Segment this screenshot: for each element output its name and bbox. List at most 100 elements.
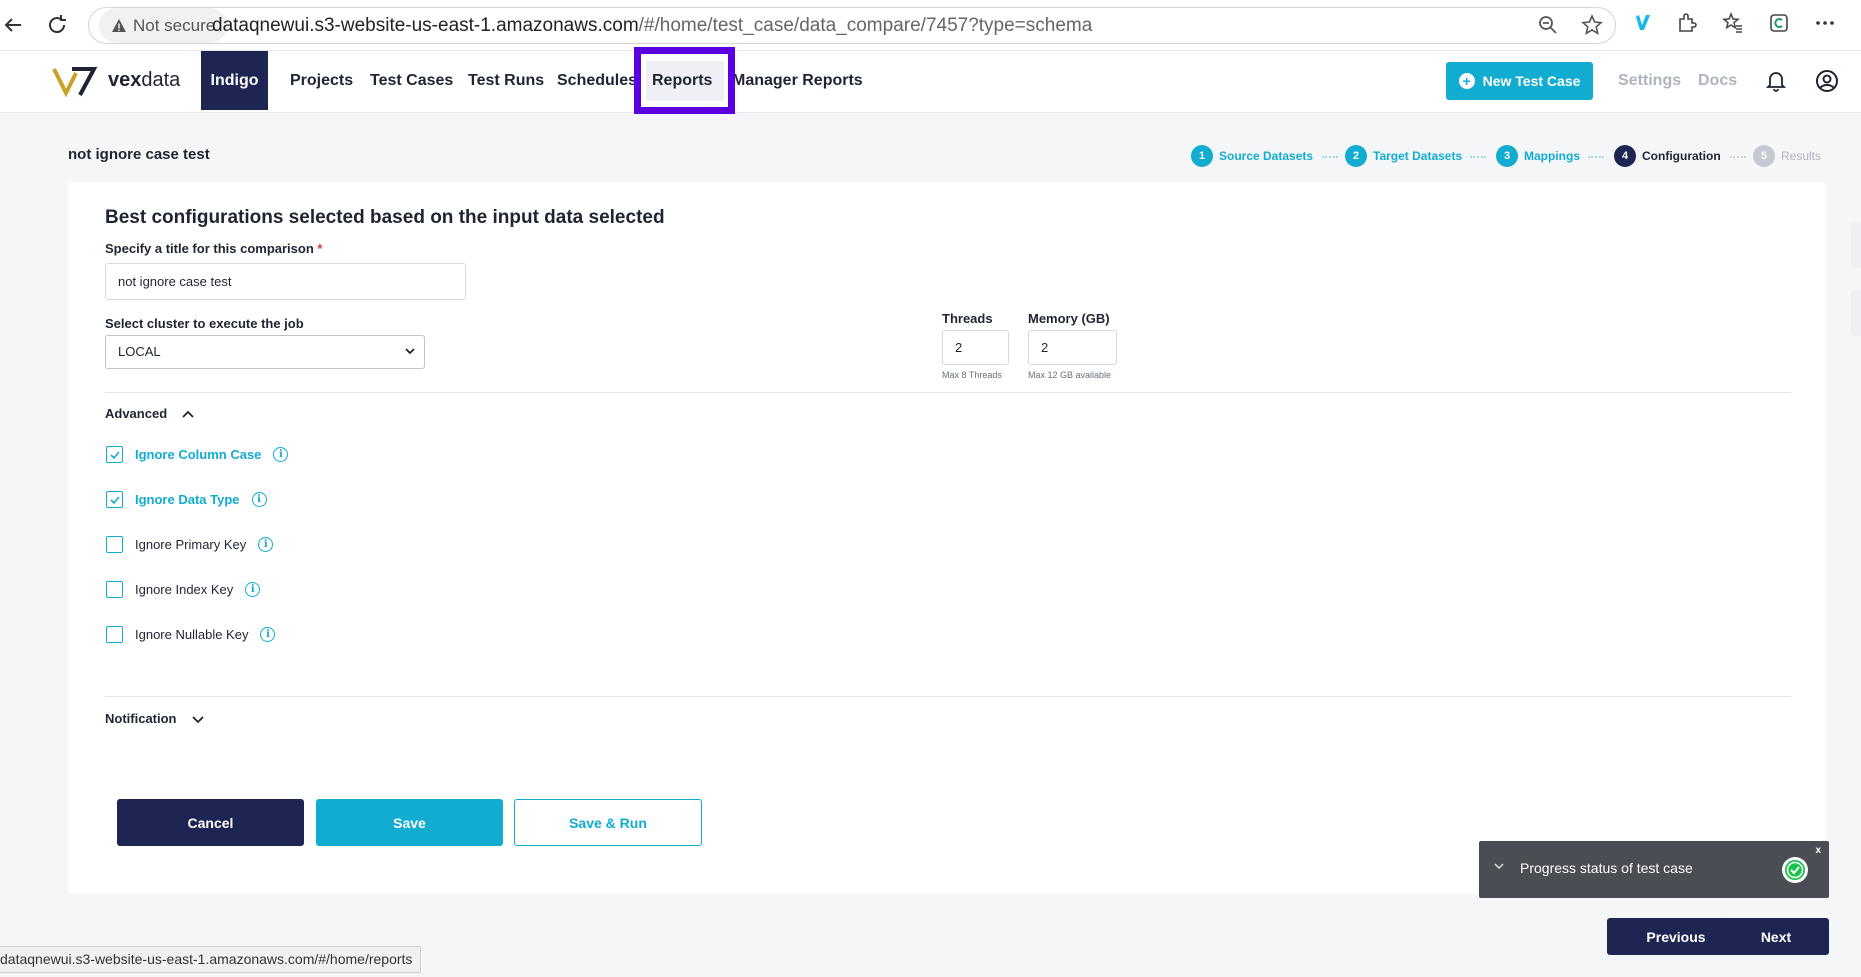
memory-hint: Max 12 GB available [1028, 370, 1112, 380]
org-switcher[interactable]: Indigo [201, 51, 268, 110]
info-icon[interactable]: i [273, 447, 289, 462]
more-options-icon[interactable] [1814, 12, 1836, 34]
nav-schedules[interactable]: Schedules [557, 51, 637, 110]
step-number: 4 [1614, 145, 1636, 167]
favorites-icon[interactable] [1722, 12, 1744, 34]
step-connector [1322, 156, 1338, 158]
notification-section-toggle[interactable]: Notification [105, 711, 205, 726]
collections-icon[interactable] [1768, 12, 1790, 34]
next-button[interactable]: Next [1723, 918, 1829, 955]
chevron-down-icon [191, 715, 204, 723]
title-field-label: Specify a title for this comparison * [105, 241, 323, 256]
info-icon[interactable]: i [251, 492, 267, 507]
advanced-label: Advanced [105, 406, 168, 421]
threads-input[interactable]: 2 [942, 330, 1009, 365]
vexdata-logo[interactable]: vexdata [52, 63, 180, 97]
url-text[interactable]: dataqnewui.s3-website-us-east-1.amazonaw… [212, 8, 1092, 43]
bell-icon[interactable] [1763, 68, 1789, 94]
step-label: Mappings [1524, 149, 1580, 163]
url-path: /#/home/test_case/data_compare/7457?type… [638, 15, 1093, 36]
step-label: Target Datasets [1373, 149, 1463, 163]
cluster-selected-value: LOCAL [118, 344, 161, 359]
checkbox-unchecked[interactable] [106, 581, 123, 598]
cluster-select[interactable]: LOCAL [105, 335, 425, 369]
close-icon[interactable]: x [1815, 845, 1821, 856]
memory-label: Memory (GB) [1028, 311, 1110, 326]
plus-icon: + [1458, 73, 1475, 89]
checkbox-unchecked[interactable] [106, 536, 123, 553]
threads-label: Threads [942, 311, 993, 326]
option-ignore-nullable-key[interactable]: Ignore Nullable Key i [106, 626, 276, 643]
nav-test-cases[interactable]: Test Cases [370, 51, 453, 110]
checkbox-unchecked[interactable] [106, 626, 123, 643]
info-icon[interactable]: i [260, 627, 276, 642]
user-account-icon[interactable] [1814, 68, 1840, 94]
option-label: Ignore Index Key [135, 582, 234, 597]
save-button[interactable]: Save [316, 799, 503, 846]
option-label: Ignore Column Case [135, 447, 262, 462]
side-panel-tab[interactable] [1851, 222, 1861, 268]
back-icon[interactable] [0, 12, 26, 38]
advanced-section-toggle[interactable]: Advanced [105, 406, 195, 421]
step-mappings[interactable]: 3 Mappings [1496, 145, 1580, 167]
step-target-datasets[interactable]: 2 Target Datasets [1345, 145, 1462, 167]
security-indicator[interactable]: Not secure [99, 8, 228, 43]
comparison-title-input[interactable] [105, 263, 466, 300]
step-configuration[interactable]: 4 Configuration [1614, 145, 1721, 167]
memory-input[interactable]: 2 [1028, 330, 1117, 365]
nav-manager-reports[interactable]: Manager Reports [732, 51, 863, 110]
section-divider [105, 696, 1791, 697]
zoom-icon[interactable] [1537, 14, 1559, 36]
option-ignore-index-key[interactable]: Ignore Index Key i [106, 581, 261, 598]
logo-mark-icon [52, 67, 98, 97]
option-label: Ignore Nullable Key [135, 627, 249, 642]
threads-hint: Max 8 Threads [942, 370, 1002, 380]
logo-text: vexdata [108, 68, 181, 91]
chevron-down-icon[interactable] [1493, 859, 1505, 877]
reload-icon[interactable] [44, 12, 70, 38]
address-bar[interactable]: Not secure dataqnewui.s3-website-us-east… [88, 7, 1616, 44]
toast-message: Progress status of test case [1520, 860, 1693, 876]
step-number: 1 [1191, 145, 1213, 167]
info-icon[interactable]: i [258, 537, 274, 552]
info-icon[interactable]: i [245, 582, 261, 597]
option-ignore-column-case[interactable]: Ignore Column Case i [106, 446, 289, 463]
step-connector [1470, 156, 1486, 158]
vimeo-extension-icon[interactable] [1630, 12, 1652, 34]
chevron-up-icon [182, 410, 194, 418]
extensions-icon[interactable] [1676, 12, 1698, 34]
new-test-case-button[interactable]: + New Test Case [1446, 62, 1593, 100]
status-bar-url: dataqnewui.s3-website-us-east-1.amazonaw… [0, 946, 422, 973]
side-panel-tab[interactable] [1851, 290, 1861, 336]
new-test-case-label: New Test Case [1482, 73, 1581, 89]
option-ignore-primary-key[interactable]: Ignore Primary Key i [106, 536, 274, 553]
reports-highlight-box [634, 47, 735, 114]
docs-link[interactable]: Docs [1698, 51, 1737, 110]
step-number: 3 [1496, 145, 1518, 167]
step-label: Configuration [1642, 149, 1721, 163]
step-source-datasets[interactable]: 1 Source Datasets [1191, 145, 1313, 167]
option-label: Ignore Data Type [135, 492, 240, 507]
app-header: vexdata Indigo Projects Test Cases Test … [0, 47, 1861, 114]
notification-label: Notification [105, 711, 177, 726]
favorite-star-icon[interactable] [1581, 14, 1603, 36]
save-and-run-button[interactable]: Save & Run [514, 799, 702, 846]
warning-icon [112, 18, 126, 32]
step-number: 5 [1753, 145, 1775, 167]
checkbox-checked[interactable] [106, 446, 123, 463]
step-results[interactable]: 5 Results [1753, 145, 1821, 167]
option-ignore-data-type[interactable]: Ignore Data Type i [106, 491, 267, 508]
nav-test-runs[interactable]: Test Runs [468, 51, 544, 110]
browser-toolbar: Not secure dataqnewui.s3-website-us-east… [0, 0, 1861, 51]
settings-link[interactable]: Settings [1618, 51, 1681, 110]
url-host: dataqnewui.s3-website-us-east-1.amazonaw… [212, 15, 639, 36]
option-label: Ignore Primary Key [135, 537, 247, 552]
checkbox-checked[interactable] [106, 491, 123, 508]
cancel-button[interactable]: Cancel [117, 799, 304, 846]
not-secure-label: Not secure [133, 15, 216, 35]
nav-projects[interactable]: Projects [290, 51, 353, 110]
step-label: Source Datasets [1219, 149, 1314, 163]
step-number: 2 [1345, 145, 1367, 167]
progress-toast: Progress status of test case x [1479, 841, 1829, 898]
step-label: Results [1781, 149, 1822, 163]
